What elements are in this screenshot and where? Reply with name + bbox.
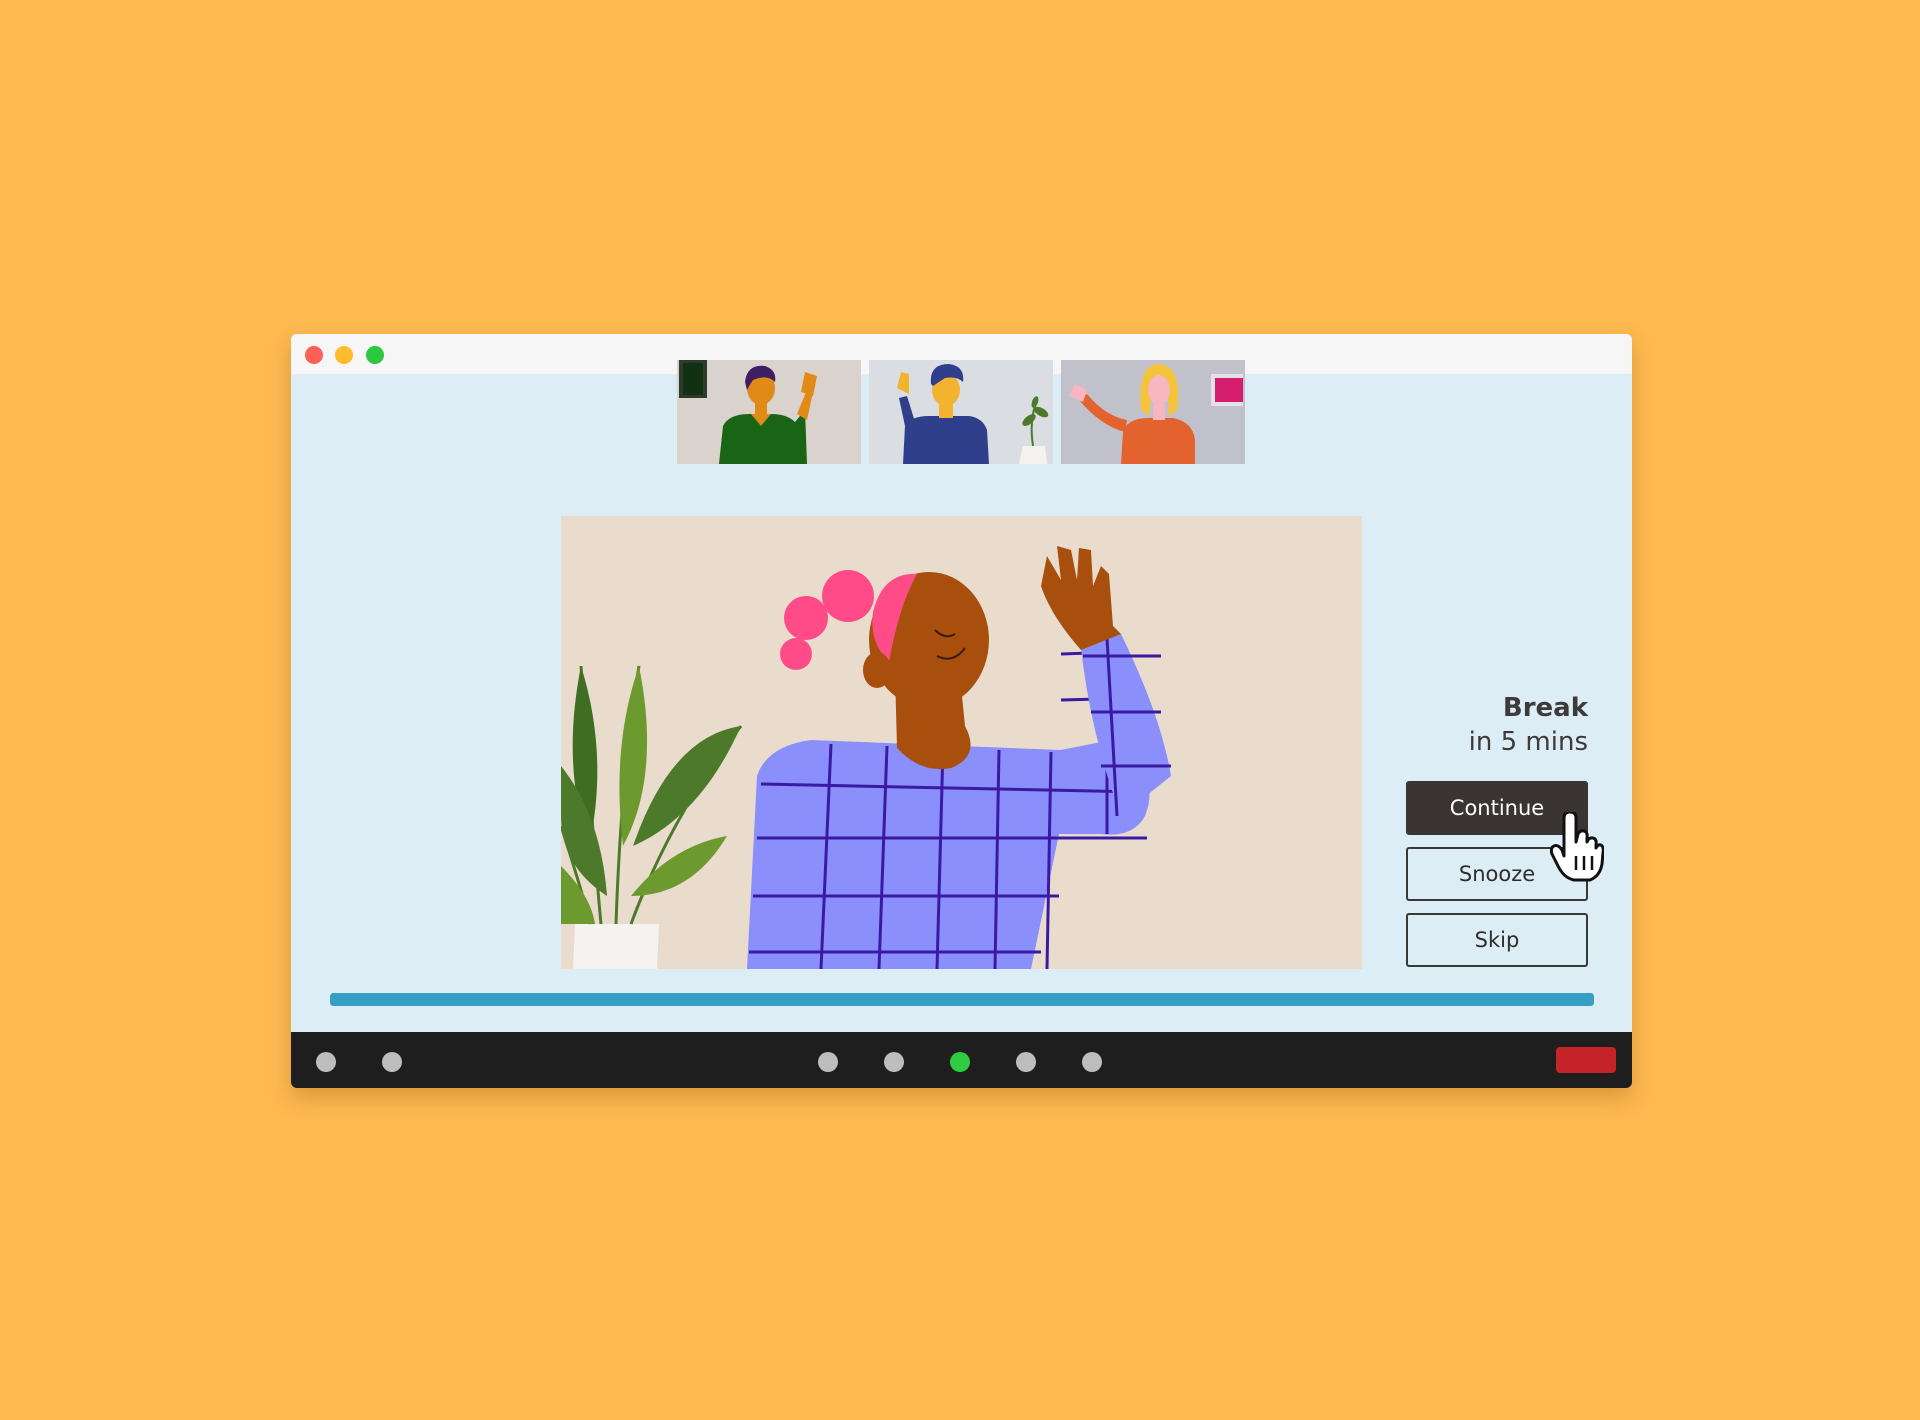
progress-fill	[330, 993, 1594, 1006]
main-speaker-video[interactable]	[561, 516, 1362, 969]
toolbar-button-7[interactable]	[1082, 1052, 1102, 1072]
break-countdown: in 5 mins	[1468, 727, 1588, 757]
participant-2-illustration	[869, 360, 1053, 464]
participant-3-illustration	[1061, 360, 1245, 464]
participant-1-illustration	[677, 360, 861, 464]
break-title: Break	[1502, 693, 1588, 723]
minimize-window-button[interactable]	[335, 346, 353, 364]
toolbar-button-4[interactable]	[884, 1052, 904, 1072]
participant-thumbnail-3[interactable]	[1061, 360, 1245, 464]
main-speaker-illustration	[561, 516, 1362, 969]
toolbar-button-1[interactable]	[316, 1052, 336, 1072]
close-window-button[interactable]	[305, 346, 323, 364]
break-progress-bar	[330, 993, 1594, 1006]
skip-button[interactable]: Skip	[1406, 913, 1588, 967]
participant-thumbnail-1[interactable]	[677, 360, 861, 464]
toolbar-button-2[interactable]	[382, 1052, 402, 1072]
toolbar-button-6[interactable]	[1016, 1052, 1036, 1072]
toolbar-button-5-active[interactable]	[950, 1052, 970, 1072]
call-toolbar	[291, 1032, 1632, 1088]
participant-thumbnail-2[interactable]	[869, 360, 1053, 464]
hand-cursor-icon	[1550, 812, 1604, 882]
end-call-button[interactable]	[1556, 1047, 1616, 1073]
toolbar-button-3[interactable]	[818, 1052, 838, 1072]
maximize-window-button[interactable]	[366, 346, 384, 364]
